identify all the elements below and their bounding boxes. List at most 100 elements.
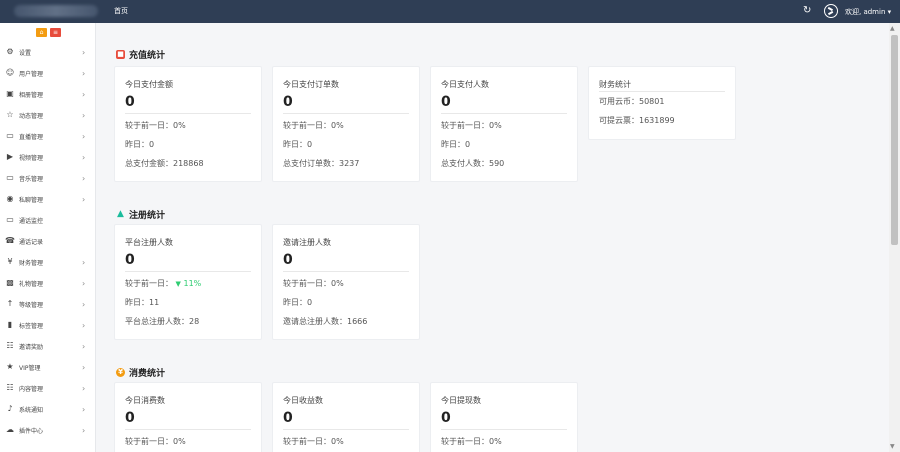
sidebar-item-call-monitor[interactable]: ▭ 通话监控 (0, 213, 96, 227)
sidebar-item-label: 相册管理 (19, 91, 44, 99)
logo (14, 5, 98, 17)
sidebar-item-moments[interactable]: ☆ 动态管理 › (0, 108, 96, 122)
sitemap-icon: ☷ (6, 341, 14, 350)
users-icon: ☺ (5, 68, 15, 77)
sidebar-item-label: 邀请奖励 (19, 343, 44, 351)
sidebar-item-albums[interactable]: ▣ 相册管理 › (0, 87, 96, 101)
divider (283, 429, 409, 430)
scroll-up-icon[interactable]: ▲ (890, 25, 895, 32)
sidebar-item-label: 等级管理 (19, 301, 44, 309)
chevron-right-icon: › (82, 68, 86, 78)
card-value: 0 (125, 410, 135, 426)
sidebar-item-label: 插件中心 (19, 427, 44, 435)
monitor-icon: ▭ (6, 173, 14, 182)
card-yesterday: 昨日：11 (125, 298, 160, 307)
chevron-right-icon: › (82, 425, 86, 435)
card-value: 0 (441, 410, 451, 426)
video-icon: ▶ (6, 152, 14, 161)
sidebar-item-label: 音乐管理 (19, 175, 44, 183)
compare-value: 11% (183, 279, 202, 288)
chevron-right-icon: › (82, 173, 86, 183)
sidebar-item-tags[interactable]: ▮ 标签管理 › (0, 318, 96, 332)
card-title: 今日提现数 (441, 396, 481, 405)
home-icon[interactable]: ⌂ (36, 28, 47, 37)
chevron-right-icon: › (82, 152, 86, 162)
card-title: 财务统计 (599, 80, 631, 89)
chevron-right-icon: › (82, 320, 86, 330)
sidebar-item-label: VIP管理 (19, 364, 41, 372)
divider (599, 91, 725, 92)
section-title-consume: ¥ 消费统计 (116, 366, 165, 379)
sidebar-item-label: 通话记录 (19, 238, 44, 246)
card-total: 总支付人数：590 (441, 159, 505, 168)
stat-card: 邀请注册人数 0 较于前一日：0% 昨日：0 邀请总注册人数：1666 (272, 224, 420, 340)
avatar[interactable] (824, 4, 838, 18)
finance-coins: 可用云币：50801 (599, 97, 665, 106)
card-compare: 较于前一日：0% (441, 121, 502, 130)
sidebar-item-notifications[interactable]: ♪ 系统通知 › (0, 402, 96, 416)
sidebar-item-private-chat[interactable]: ◉ 私聊管理 › (0, 192, 96, 206)
chevron-right-icon: › (82, 110, 86, 120)
divider (283, 113, 409, 114)
sidebar-item-label: 设置 (19, 49, 32, 57)
sidebar-item-music[interactable]: ▭ 音乐管理 › (0, 171, 96, 185)
sidebar-item-content[interactable]: ☷ 内容管理 › (0, 381, 96, 395)
menu-toggle-icon[interactable]: ≡ (50, 28, 61, 37)
sidebar-item-call-records[interactable]: ☎ 通话记录 (0, 234, 96, 248)
card-value: 0 (125, 94, 135, 110)
stat-card: 今日消费数 0 较于前一日：0% (114, 382, 262, 452)
card-compare: 较于前一日：0% (441, 437, 502, 446)
user-icon: ▲ (117, 209, 124, 219)
stat-card: 今日支付人数 0 较于前一日：0% 昨日：0 总支付人数：590 (430, 66, 578, 182)
scrollbar-thumb[interactable] (891, 35, 898, 245)
sidebar-item-label: 礼物管理 (19, 280, 44, 288)
card-value: 0 (283, 410, 293, 426)
card-title: 邀请注册人数 (283, 238, 331, 247)
sidebar-item-label: 私聊管理 (19, 196, 44, 204)
card-yesterday: 昨日：0 (125, 140, 155, 149)
sidebar-item-settings[interactable]: ⚙ 设置 › (0, 45, 96, 59)
section-title-text: 充值统计 (129, 51, 166, 61)
sidebar-item-label: 直播管理 (19, 133, 44, 141)
sidebar-item-finance[interactable]: ¥ 财务管理 › (0, 255, 96, 269)
chevron-right-icon: › (82, 404, 86, 414)
phone-icon: ☎ (5, 236, 15, 245)
stat-card: 今日支付金额 0 较于前一日：0% 昨日：0 总支付金额：218868 (114, 66, 262, 182)
card-value: 0 (125, 252, 135, 268)
sidebar-item-videos[interactable]: ▶ 视频管理 › (0, 150, 96, 164)
section-title-text: 消费统计 (129, 369, 166, 379)
card-compare: 较于前一日：0% (283, 279, 344, 288)
card-yesterday: 昨日：0 (441, 140, 471, 149)
section-title-register: ▲ 注册统计 (116, 208, 166, 222)
bookmark-icon: ▮ (7, 320, 13, 329)
sidebar-item-gifts[interactable]: ▩ 礼物管理 › (0, 276, 96, 290)
section-title-text: 注册统计 (129, 211, 166, 221)
sidebar-item-users[interactable]: ☺ 用户管理 › (0, 66, 96, 80)
user-menu[interactable]: 欢迎, admin ▾ (845, 7, 891, 17)
sidebar-item-live[interactable]: ▭ 直播管理 › (0, 129, 96, 143)
chevron-right-icon: › (82, 299, 86, 309)
finance-card: 财务统计 可用云币：50801 可提云票：1631899 (588, 66, 736, 140)
sidebar-item-label: 通话监控 (19, 217, 44, 225)
divider (441, 429, 567, 430)
stat-card: 今日提现数 0 较于前一日：0% (430, 382, 578, 452)
sidebar-item-invite-rewards[interactable]: ☷ 邀请奖励 › (0, 339, 96, 353)
card-compare: 较于前一日：0% (283, 121, 344, 130)
sidebar-item-levels[interactable]: ↑ 等级管理 › (0, 297, 96, 311)
divider (125, 113, 251, 114)
star-icon: ☆ (6, 110, 14, 119)
trend-down-icon: ▼ (175, 280, 181, 288)
scroll-down-icon[interactable]: ▼ (890, 443, 895, 450)
card-yesterday: 昨日：0 (283, 140, 313, 149)
card-title: 今日支付金额 (125, 80, 173, 89)
nav-home-link[interactable]: 首页 (114, 6, 128, 16)
chevron-right-icon: › (82, 194, 86, 204)
chevron-right-icon: › (82, 362, 86, 372)
sidebar-item-plugins[interactable]: ☁ 插件中心 › (0, 423, 96, 437)
sidebar-toolbar: ⌂ ≡ (36, 28, 61, 37)
sidebar-item-vip[interactable]: ★ VIP管理 › (0, 360, 96, 374)
cloud-icon: ☁ (6, 425, 14, 434)
scrollbar[interactable]: ▲ ▼ (889, 23, 900, 452)
refresh-icon[interactable]: ↻ (803, 5, 811, 17)
chevron-right-icon: › (82, 131, 86, 141)
